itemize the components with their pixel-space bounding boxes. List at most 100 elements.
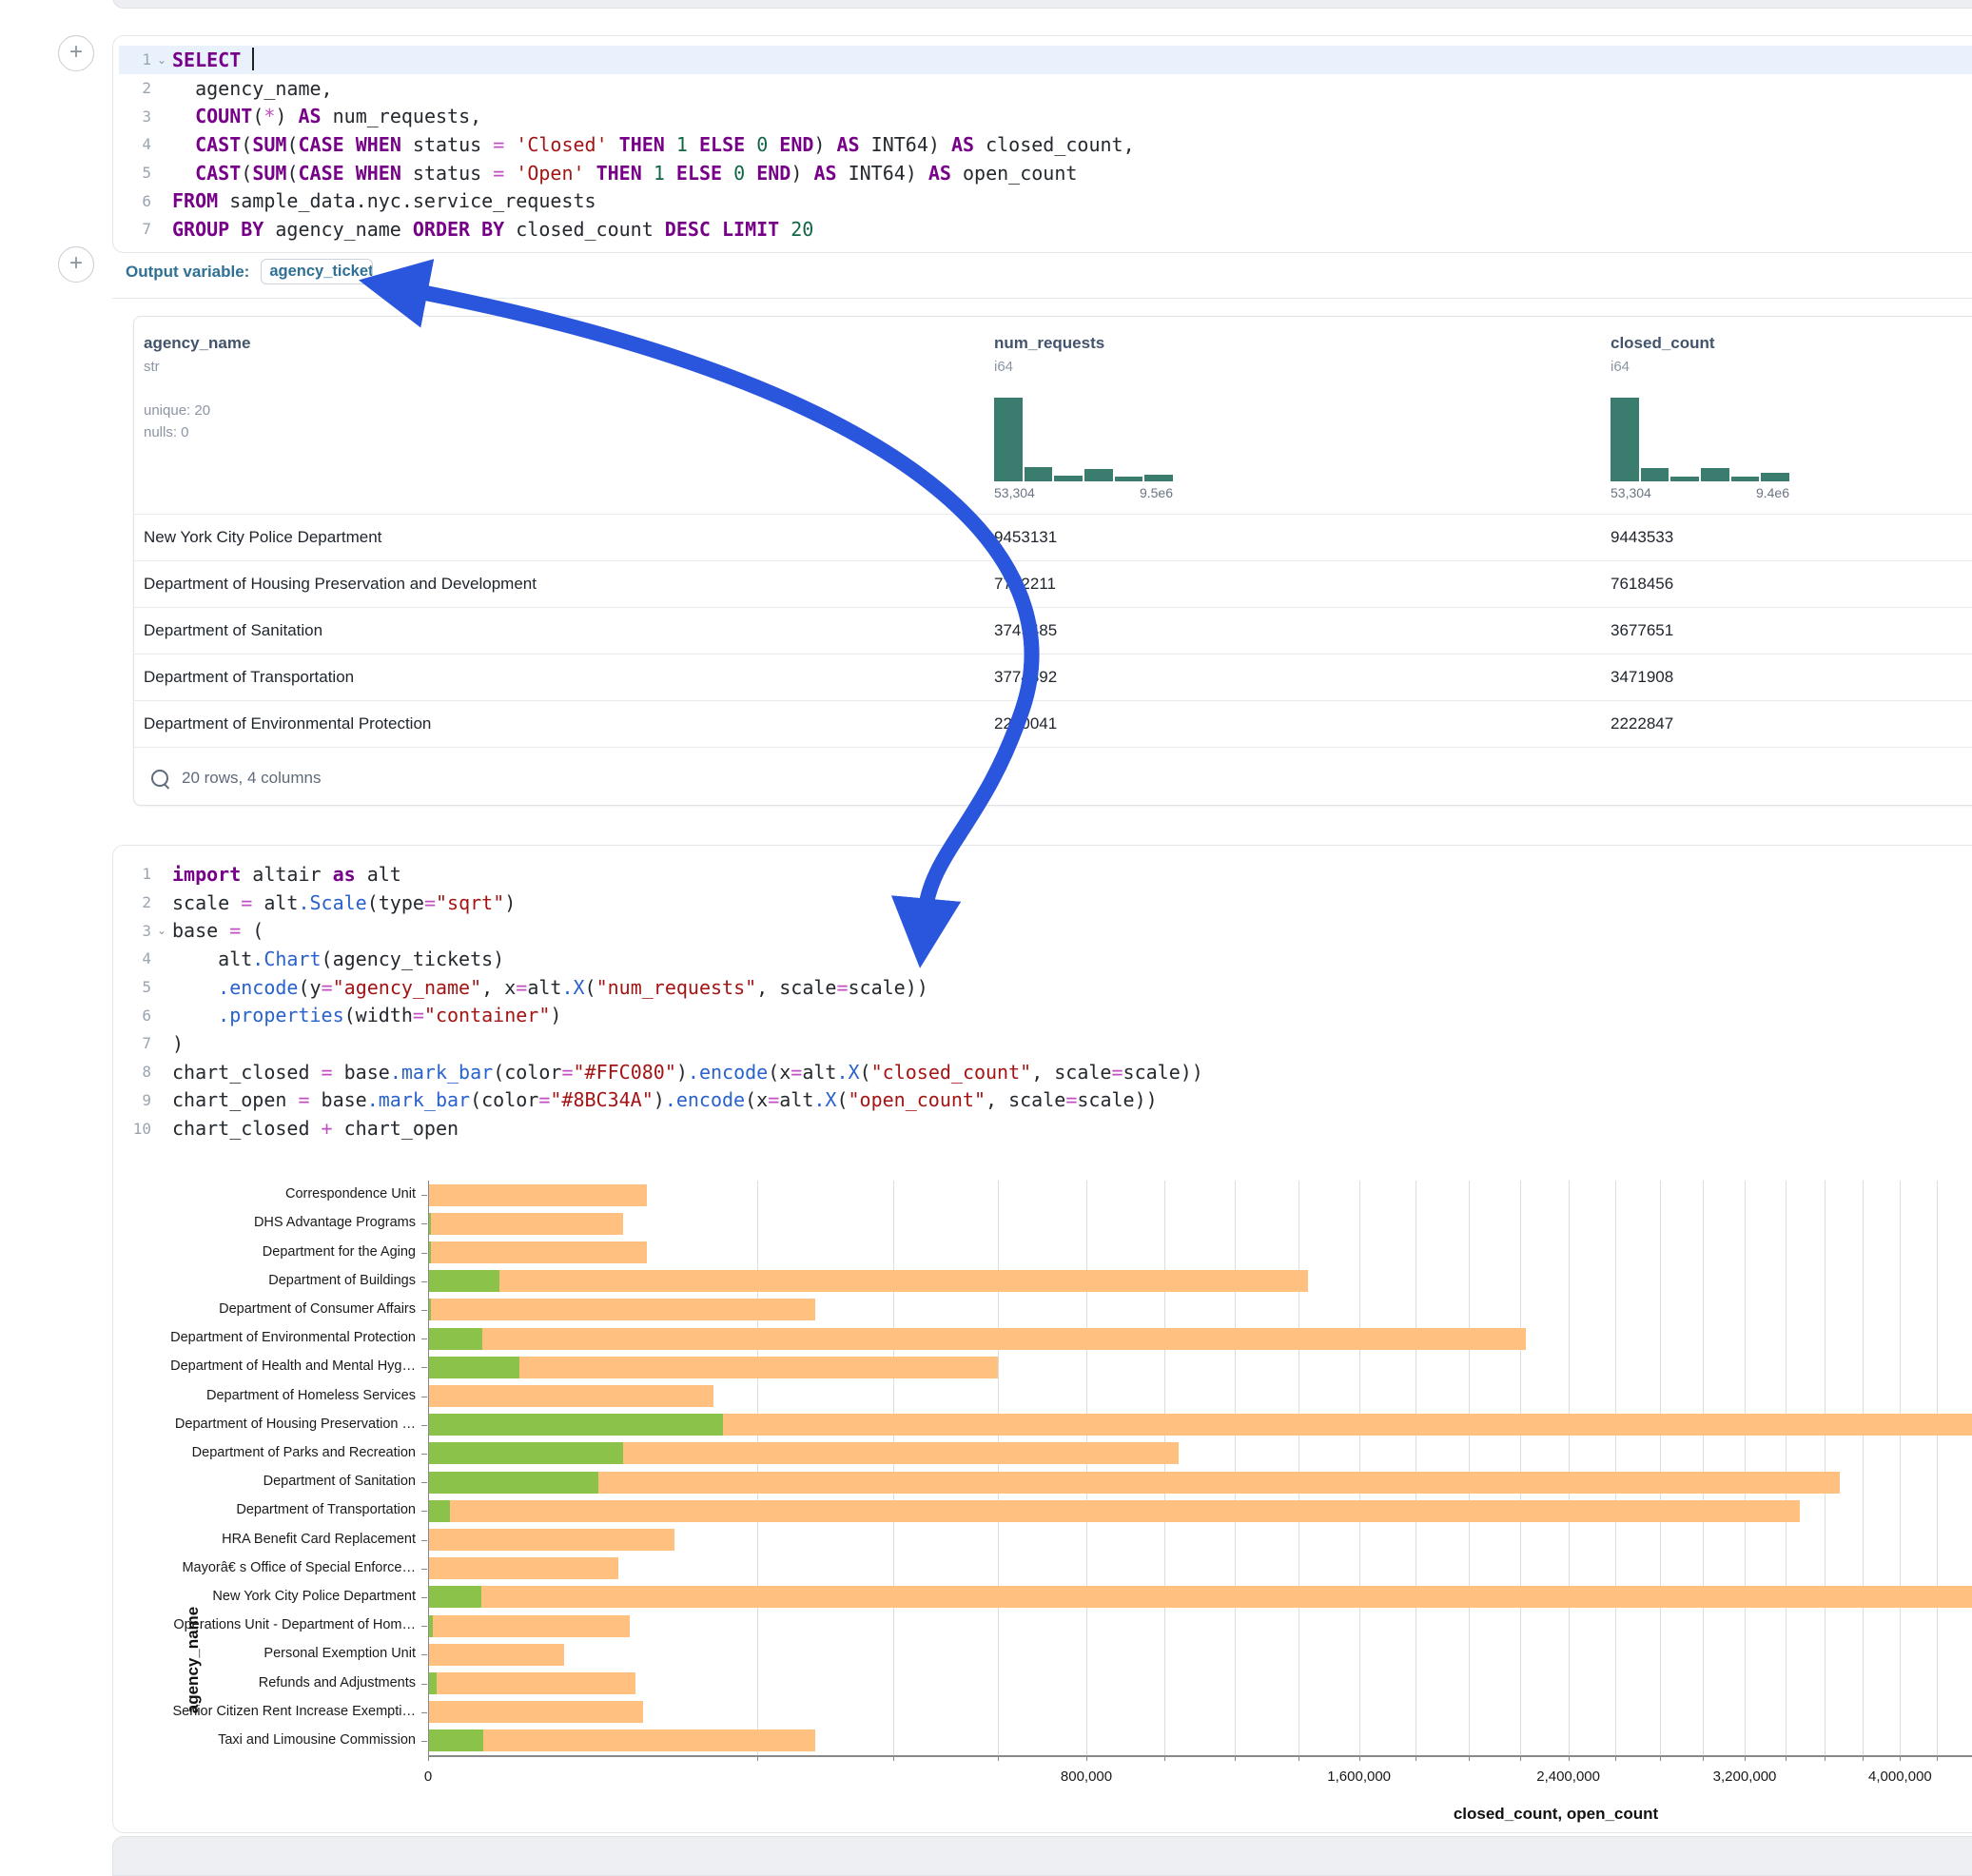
- code-line[interactable]: 6FROM sample_data.nyc.service_requests: [119, 186, 1972, 215]
- y-axis-label: Department of Parks and Recreation: [107, 1445, 416, 1460]
- gridline: [757, 1181, 758, 1755]
- y-axis-label: Department of Buildings: [107, 1273, 416, 1288]
- y-axis-tick: [421, 1540, 427, 1541]
- bar-closed-count[interactable]: [428, 1615, 630, 1637]
- bar-closed-count[interactable]: [428, 1586, 1972, 1608]
- bar-closed-count[interactable]: [428, 1385, 713, 1407]
- table-row[interactable]: Department of Transportation377489234719…: [134, 654, 1972, 700]
- y-axis-label: Department of Consumer Affairs: [107, 1301, 416, 1317]
- sql-code-editor[interactable]: 1⌄SELECT 2 agency_name,3 COUNT(*) AS num…: [119, 46, 1972, 244]
- table-row[interactable]: New York City Police Department945313194…: [134, 514, 1972, 560]
- gridline: [1086, 1181, 1087, 1755]
- code-line[interactable]: 4 CAST(SUM(CASE WHEN status = 'Closed' T…: [119, 130, 1972, 159]
- bar-open-count[interactable]: [428, 1672, 437, 1694]
- table-row-count: 20 rows, 4 columns: [182, 769, 321, 788]
- bar-open-count[interactable]: [428, 1270, 499, 1292]
- y-axis-tick: [421, 1281, 427, 1282]
- table-footer: 20 rows, 4 columns: [134, 747, 1972, 806]
- y-axis-tick: [421, 1253, 427, 1254]
- python-code-editor[interactable]: 1import altair as alt2scale = alt.Scale(…: [119, 860, 1972, 1143]
- previous-cell-edge: [112, 0, 1972, 9]
- bar-closed-count[interactable]: [428, 1529, 674, 1551]
- y-axis-label: New York City Police Department: [107, 1589, 416, 1604]
- gridline: [1825, 1181, 1826, 1755]
- output-variable-chip[interactable]: agency_tickets: [261, 259, 373, 284]
- y-axis-label: Department of Environmental Protection: [107, 1330, 416, 1345]
- code-line[interactable]: 1⌄SELECT: [119, 46, 1972, 74]
- gridline: [1900, 1181, 1901, 1755]
- code-line[interactable]: 9chart_open = base.mark_bar(color="#8BC3…: [119, 1086, 1972, 1115]
- code-line[interactable]: 2scale = alt.Scale(type="sqrt"): [119, 889, 1972, 917]
- code-line[interactable]: 2 agency_name,: [119, 74, 1972, 103]
- y-axis-line: [428, 1181, 429, 1755]
- gridline: [998, 1181, 999, 1755]
- fold-caret-icon[interactable]: ⌄: [151, 924, 172, 937]
- column-header[interactable]: agency_namestrunique: 20nulls: 0: [134, 317, 985, 514]
- y-axis-label: Senior Citizen Rent Increase Exempti…: [107, 1704, 416, 1719]
- gridline: [1298, 1181, 1299, 1755]
- y-axis-label: Personal Exemption Unit: [107, 1646, 416, 1661]
- y-axis-tick: [421, 1569, 427, 1570]
- column-header[interactable]: num_requestsi6453,3049.5e6: [985, 317, 1601, 514]
- code-line[interactable]: 5 CAST(SUM(CASE WHEN status = 'Open' THE…: [119, 159, 1972, 187]
- y-axis-label: Department of Transportation: [107, 1502, 416, 1517]
- fold-caret-icon[interactable]: ⌄: [151, 53, 172, 67]
- bar-closed-count[interactable]: [428, 1241, 647, 1263]
- bar-open-count[interactable]: [428, 1442, 623, 1464]
- add-cell-button-top[interactable]: +: [58, 35, 94, 71]
- bar-closed-count[interactable]: [428, 1701, 643, 1723]
- code-line[interactable]: 3 COUNT(*) AS num_requests,: [119, 102, 1972, 130]
- code-line[interactable]: 1import altair as alt: [119, 860, 1972, 889]
- gridline: [1660, 1181, 1661, 1755]
- y-axis-tick: [421, 1223, 427, 1224]
- bar-open-count[interactable]: [428, 1586, 481, 1608]
- bar-closed-count[interactable]: [428, 1672, 635, 1694]
- bar-open-count[interactable]: [428, 1472, 598, 1494]
- search-icon[interactable]: [151, 770, 168, 787]
- bar-open-count[interactable]: [428, 1357, 519, 1378]
- bar-open-count[interactable]: [428, 1500, 450, 1522]
- gridline: [1469, 1181, 1470, 1755]
- x-axis-tick-label: 1,600,000: [1327, 1769, 1391, 1785]
- bar-open-count[interactable]: [428, 1729, 483, 1751]
- code-line[interactable]: 7): [119, 1029, 1972, 1058]
- gridline: [1235, 1181, 1236, 1755]
- table-row[interactable]: Department of Environmental Protection22…: [134, 700, 1972, 747]
- y-axis-label: Department for the Aging: [107, 1244, 416, 1260]
- y-axis-label: Refunds and Adjustments: [107, 1675, 416, 1690]
- bar-closed-count[interactable]: [428, 1328, 1526, 1350]
- y-axis-tick: [421, 1425, 427, 1426]
- bar-closed-count[interactable]: [428, 1472, 1840, 1494]
- bar-closed-count[interactable]: [428, 1184, 647, 1206]
- code-line[interactable]: 7GROUP BY agency_name ORDER BY closed_co…: [119, 215, 1972, 244]
- bar-closed-count[interactable]: [428, 1299, 815, 1320]
- y-axis-label: Department of Sanitation: [107, 1474, 416, 1489]
- y-axis-label: DHS Advantage Programs: [107, 1215, 416, 1230]
- gridline: [1703, 1181, 1704, 1755]
- chart-plot-area: [428, 1181, 1972, 1755]
- add-cell-button-below-sql[interactable]: +: [58, 246, 94, 283]
- gridline: [1863, 1181, 1864, 1755]
- y-axis-tick: [421, 1482, 427, 1483]
- x-axis-tick-label: 3,200,000: [1713, 1769, 1777, 1785]
- code-line[interactable]: 5 .encode(y="agency_name", x=alt.X("num_…: [119, 973, 1972, 1002]
- bar-closed-count[interactable]: [428, 1213, 623, 1235]
- code-line[interactable]: 4 alt.Chart(agency_tickets): [119, 945, 1972, 973]
- bar-closed-count[interactable]: [428, 1557, 618, 1579]
- bar-closed-count[interactable]: [428, 1644, 564, 1666]
- code-line[interactable]: 10chart_closed + chart_open: [119, 1114, 1972, 1143]
- bar-open-count[interactable]: [428, 1414, 723, 1436]
- gridline: [1937, 1181, 1938, 1755]
- table-row[interactable]: Department of Sanitation37494853677651: [134, 607, 1972, 654]
- bar-closed-count[interactable]: [428, 1270, 1308, 1292]
- text-cursor: [252, 48, 254, 70]
- table-row[interactable]: Department of Housing Preservation and D…: [134, 560, 1972, 607]
- bar-open-count[interactable]: [428, 1328, 482, 1350]
- code-line[interactable]: 3⌄base = (: [119, 916, 1972, 945]
- column-header[interactable]: closed_counti6453,3049.4e6: [1601, 317, 1972, 514]
- y-axis-tick: [421, 1712, 427, 1713]
- code-line[interactable]: 8chart_closed = base.mark_bar(color="#FF…: [119, 1058, 1972, 1086]
- code-line[interactable]: 6 .properties(width="container"): [119, 1001, 1972, 1029]
- bar-closed-count[interactable]: [428, 1500, 1800, 1522]
- bar-closed-count[interactable]: [428, 1729, 815, 1751]
